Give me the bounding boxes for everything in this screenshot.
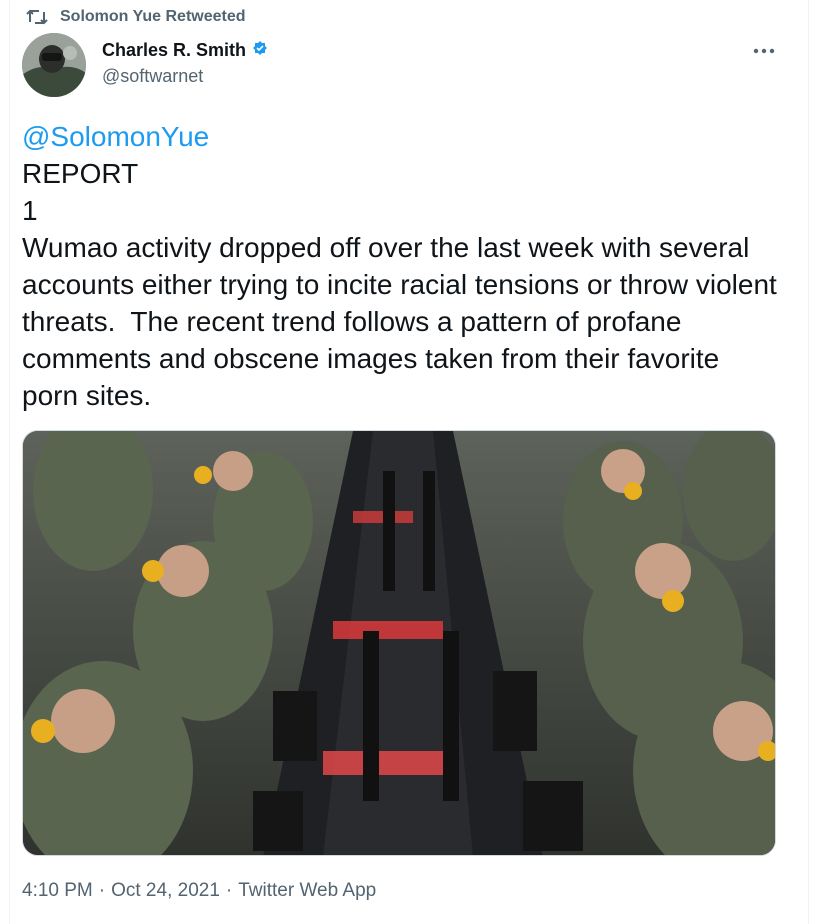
tweet-text: @SolomonYue REPORT 1 Wumao activity drop…	[22, 118, 782, 414]
more-options-icon	[753, 41, 775, 59]
retweet-label[interactable]: Solomon Yue Retweeted	[60, 8, 246, 26]
photo-content	[23, 431, 775, 855]
tweet-photo[interactable]	[22, 430, 776, 856]
tweet-date[interactable]: Oct 24, 2021	[111, 880, 220, 902]
retweet-icon	[26, 7, 48, 27]
author-block: Charles R. Smith @softwarnet	[102, 38, 268, 87]
meta-separator: ·	[98, 880, 106, 901]
author-display-name[interactable]: Charles R. Smith	[102, 40, 246, 61]
verified-badge-icon	[252, 40, 268, 61]
meta-separator-2: ·	[225, 880, 233, 901]
tweet-line-report: REPORT	[22, 158, 139, 189]
tweet-body: Wumao activity dropped off over the last…	[22, 232, 785, 411]
tweet-line-number: 1	[22, 195, 38, 226]
retweet-context: Solomon Yue Retweeted	[26, 6, 246, 28]
mention-link[interactable]: @SolomonYue	[22, 121, 209, 152]
avatar[interactable]	[22, 33, 86, 97]
tweet-source[interactable]: Twitter Web App	[238, 880, 376, 902]
tweet-time[interactable]: 4:10 PM	[22, 880, 93, 902]
author-handle[interactable]: @softwarnet	[102, 66, 268, 87]
tweet-meta: 4:10 PM · Oct 24, 2021 · Twitter Web App	[22, 880, 376, 902]
more-options-button[interactable]	[750, 36, 778, 64]
